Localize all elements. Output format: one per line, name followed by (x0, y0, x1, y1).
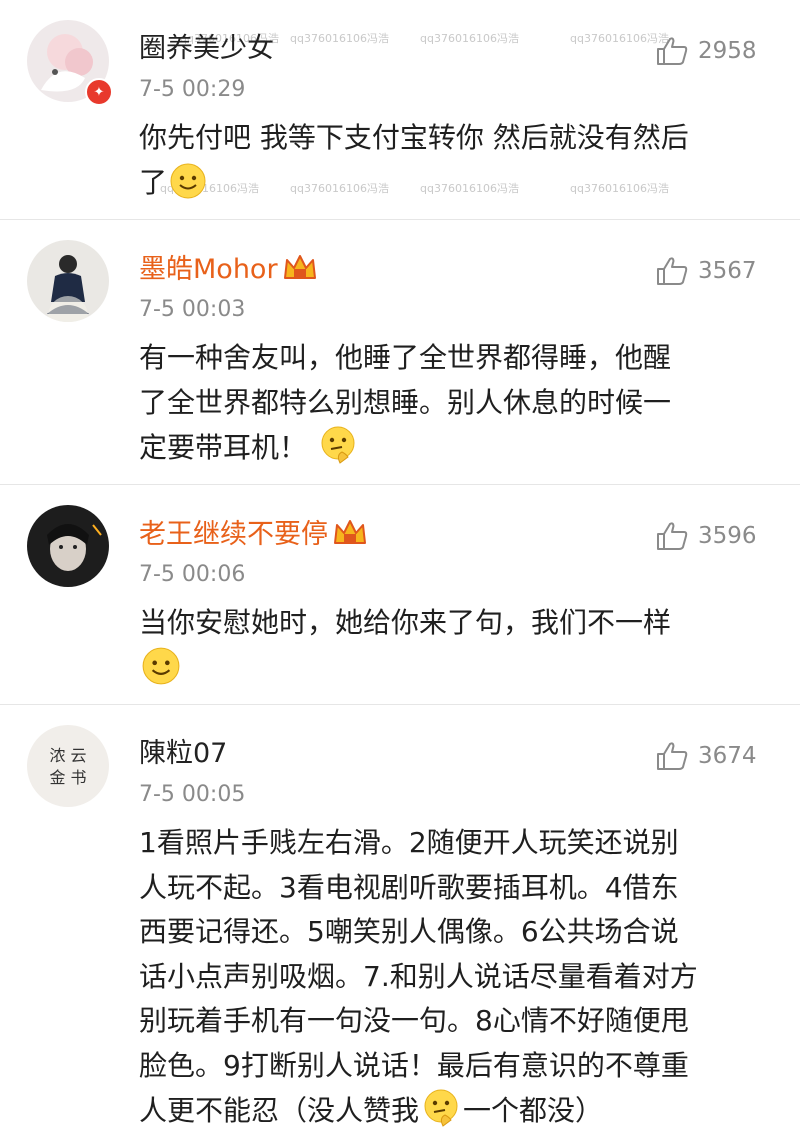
comment-item: ✦ 圈养美少女 7-5 00:29 2958 你先付吧 我等下支付宝转你 然后就… (0, 0, 800, 220)
svg-text:浓 云: 浓 云 (49, 746, 86, 765)
thumbs-up-icon (657, 742, 688, 770)
comment-line: 定要带耳机！ (139, 425, 779, 471)
comment-text: 1看照片手贱左右滑。2随便开人玩笑还说别 人玩不起。3看电视剧听歌要插耳机。4借… (139, 821, 779, 1134)
username[interactable]: 墨皓Mohor (139, 252, 318, 287)
avatar[interactable]: 浓 云 金 书 (27, 725, 109, 807)
comment-line-text: 定要带耳机！ (139, 431, 308, 464)
comment-line: 了全世界都特么别想睡。别人休息的时候一 (139, 385, 672, 419)
timestamp: 7-5 00:03 (139, 297, 246, 322)
comment-line: 人玩不起。3看电视剧听歌要插耳机。4借东 (139, 870, 679, 904)
comment-line: 有一种舍友叫，他睡了全世界都得睡，他醒 (139, 341, 672, 374)
comment-line-text: 了 (139, 165, 168, 199)
thumbs-up-icon (657, 522, 688, 550)
comment-text: 你先付吧 我等下支付宝转你 然后就没有然后 了 (139, 116, 779, 205)
like-count: 3596 (698, 523, 757, 549)
comment-line: 了 (139, 161, 779, 206)
comment-line: 人更不能忍（没人赞我 一个都没） (139, 1088, 779, 1134)
comment-line: 1看照片手贱左右滑。2随便开人玩笑还说别 (139, 826, 679, 859)
thinking-emoji-icon (424, 1089, 458, 1127)
like-button[interactable]: 3567 (656, 256, 757, 286)
comment-line: 你先付吧 我等下支付宝转你 然后就没有然后 (139, 121, 689, 154)
comment-line: 话小点声别吸烟。7.和别人说话尽量看着对方 (139, 959, 698, 993)
username[interactable]: 老王继续不要停 (139, 517, 368, 552)
comment-line: 脸色。9打断别人说话！最后有意识的不尊重 (139, 1048, 689, 1082)
comment-line: 西要记得还。5嘲笑别人偶像。6公共场合说 (139, 915, 679, 948)
comment-text: 当你安慰她时，她给你来了句，我们不一样 (139, 601, 779, 691)
thinking-emoji-icon (321, 426, 355, 464)
comment-line-text: 一个都没） (463, 1094, 604, 1127)
timestamp: 7-5 00:06 (139, 562, 246, 587)
like-button[interactable]: 2958 (656, 36, 757, 66)
avatar[interactable] (27, 240, 109, 322)
like-button[interactable]: 3674 (656, 741, 757, 771)
verified-badge-icon: ✦ (85, 78, 113, 106)
like-count: 3674 (698, 743, 757, 769)
vip-crown-icon (283, 255, 316, 279)
comment-item: 浓 云 金 书 陳粒07 7-5 00:05 3674 1看照片手贱左右滑。2随… (0, 705, 800, 1142)
username[interactable]: 圈养美少女 (139, 32, 274, 66)
comment-item: 老王继续不要停 7-5 00:06 3596 当你安慰她时，她给你来了句，我们不… (0, 485, 800, 705)
avatar[interactable] (27, 505, 109, 587)
timestamp: 7-5 00:05 (139, 782, 246, 807)
smile-emoji-icon (142, 647, 180, 684)
vip-crown-icon (334, 520, 366, 544)
username[interactable]: 陳粒07 (139, 737, 227, 771)
comment-line-text: 人更不能忍（没人赞我 (139, 1094, 420, 1127)
smile-emoji-icon (170, 163, 206, 198)
comment-item: 墨皓Mohor 7-5 00:03 3567 有一种舍友叫，他睡了全世界都得睡，… (0, 220, 800, 485)
username-text: 墨皓Mohor (139, 254, 278, 285)
comment-text: 有一种舍友叫，他睡了全世界都得睡，他醒 了全世界都特么别想睡。别人休息的时候一 … (139, 336, 779, 471)
comment-line: 别玩着手机有一句没一句。8心情不好随便甩 (139, 1004, 689, 1037)
timestamp: 7-5 00:29 (139, 77, 246, 102)
comment-line (139, 646, 779, 692)
like-count: 2958 (698, 38, 757, 64)
svg-text:金 书: 金 书 (49, 768, 86, 787)
thumbs-up-icon (657, 257, 688, 285)
like-count: 3567 (698, 258, 757, 284)
thumbs-up-icon (657, 37, 688, 65)
username-text: 老王继续不要停 (139, 519, 328, 550)
like-button[interactable]: 3596 (656, 521, 757, 551)
comment-line: 当你安慰她时，她给你来了句，我们不一样 (139, 606, 672, 639)
